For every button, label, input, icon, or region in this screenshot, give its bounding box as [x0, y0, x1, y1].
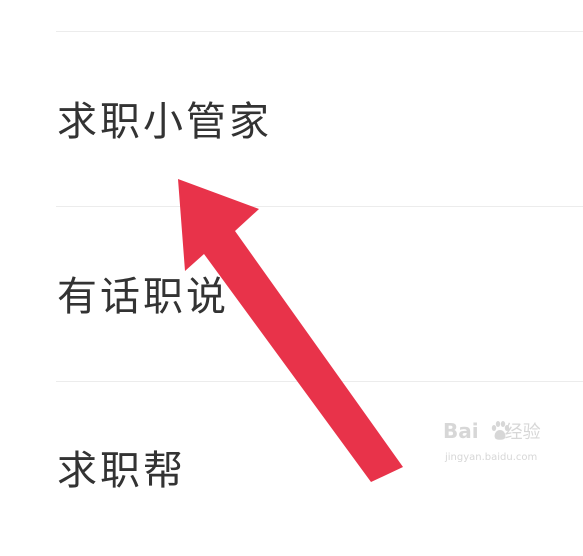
paw-icon	[491, 421, 510, 440]
menu-item-career-talk[interactable]: 有话职说	[0, 207, 583, 381]
settings-menu-list: 求职小管家 有话职说 求职帮	[0, 0, 583, 494]
menu-item-job-assistant[interactable]: 求职小管家	[0, 32, 583, 206]
menu-item-label: 有话职说	[57, 274, 229, 320]
menu-item-label: 求职帮	[57, 448, 186, 494]
watermark-site-url: jingyan.baidu.com	[445, 452, 538, 463]
menu-item-label: 求职小管家	[57, 99, 272, 145]
watermark-logo-text: Bai	[443, 419, 479, 443]
baidu-jingyan-watermark: Bai 经验 jingyan.baidu.com	[443, 418, 553, 472]
